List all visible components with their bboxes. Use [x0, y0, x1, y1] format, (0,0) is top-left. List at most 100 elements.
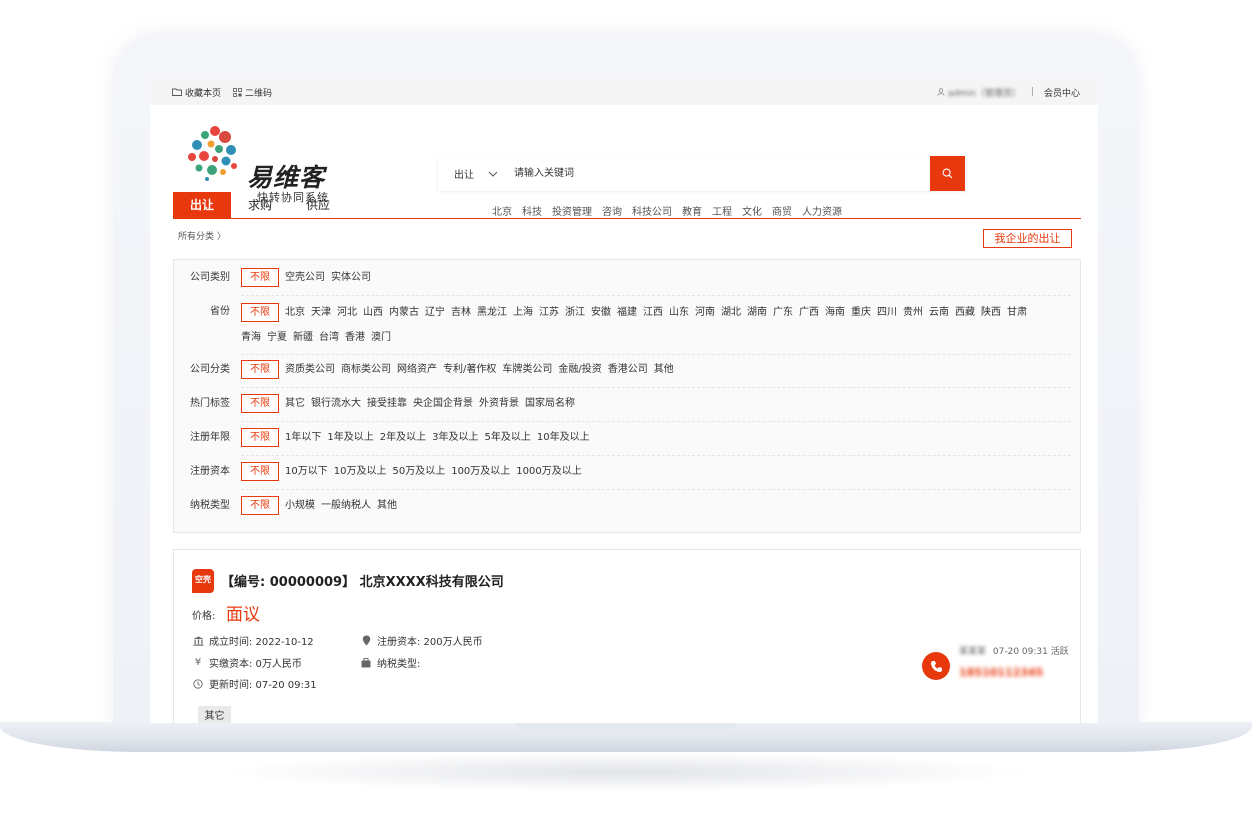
- filter-option[interactable]: 浙江: [565, 307, 585, 318]
- filter-option[interactable]: 50万及以上: [392, 466, 445, 477]
- filter-option[interactable]: 海南: [825, 307, 845, 318]
- filter-option[interactable]: 西藏: [955, 307, 975, 318]
- filter-option[interactable]: 安徽: [591, 307, 611, 318]
- filter-option[interactable]: 10万及以上: [334, 466, 387, 477]
- filter-option[interactable]: 央企国企背景: [413, 398, 473, 409]
- filter-option[interactable]: 空壳公司: [285, 272, 325, 283]
- laptop-shadow: [220, 752, 1032, 792]
- filter-option[interactable]: 100万及以上: [451, 466, 510, 477]
- filter-option[interactable]: 山东: [669, 307, 689, 318]
- filter-option[interactable]: 其它: [285, 398, 305, 409]
- filter-option[interactable]: 广西: [799, 307, 819, 318]
- filter-option[interactable]: 广东: [773, 307, 793, 318]
- search-type-select[interactable]: 出让: [438, 166, 514, 181]
- filter-option[interactable]: 江西: [643, 307, 663, 318]
- filter-option[interactable]: 天津: [311, 307, 331, 318]
- filter-option[interactable]: 江苏: [539, 307, 559, 318]
- bookmark-link[interactable]: 收藏本页: [172, 86, 221, 99]
- filter-option[interactable]: 1年以下: [285, 432, 321, 443]
- filter-divider: [241, 489, 1071, 490]
- listing-tag[interactable]: 其它: [198, 706, 231, 723]
- filter-divider: [241, 295, 1071, 296]
- filter-option[interactable]: 香港: [345, 332, 365, 343]
- filter-option[interactable]: 四川: [877, 307, 897, 318]
- filter-option[interactable]: 1000万及以上: [516, 466, 581, 477]
- filter-option[interactable]: 新疆: [293, 332, 313, 343]
- qrcode-label: 二维码: [245, 88, 273, 99]
- established-text: 成立时间: 2022-10-12: [209, 637, 314, 648]
- filter-option[interactable]: 接受挂靠: [367, 398, 407, 409]
- filter-option[interactable]: 上海: [513, 307, 533, 318]
- filter-option[interactable]: 实体公司: [331, 272, 371, 283]
- phone-icon[interactable]: [922, 652, 950, 680]
- filter-option[interactable]: 青海: [241, 332, 261, 343]
- filter-option[interactable]: 黑龙江: [477, 307, 507, 318]
- filter-option[interactable]: 福建: [617, 307, 637, 318]
- filter-option[interactable]: 香港公司: [608, 364, 648, 375]
- search-icon: [942, 168, 953, 179]
- filter-option[interactable]: 5年及以上: [485, 432, 531, 443]
- filter-option[interactable]: 小规模: [285, 500, 315, 511]
- nolimit-button[interactable]: 不限: [241, 303, 279, 322]
- filter-option[interactable]: 1年及以上: [327, 432, 373, 443]
- filter-option[interactable]: 商标类公司: [341, 364, 391, 375]
- breadcrumb[interactable]: 所有分类 〉: [178, 229, 226, 242]
- filter-option[interactable]: 一般纳税人: [321, 500, 371, 511]
- filter-option[interactable]: 10年及以上: [537, 432, 590, 443]
- filter-option[interactable]: 3年及以上: [432, 432, 478, 443]
- tab-supply[interactable]: 供应: [289, 192, 347, 218]
- filter-option[interactable]: 辽宁: [425, 307, 445, 318]
- nolimit-button[interactable]: 不限: [241, 394, 279, 413]
- filter-option[interactable]: 吉林: [451, 307, 471, 318]
- filter-option[interactable]: 北京: [285, 307, 305, 318]
- member-center-link[interactable]: 会员中心: [1044, 86, 1080, 99]
- filter-option[interactable]: 河南: [695, 307, 715, 318]
- filter-option[interactable]: 资质类公司: [285, 364, 335, 375]
- filter-option[interactable]: 外资背景: [479, 398, 519, 409]
- my-listings-button[interactable]: 我企业的出让: [983, 229, 1072, 248]
- filter-option[interactable]: 云南: [929, 307, 949, 318]
- filter-option[interactable]: 专利/著作权: [443, 364, 496, 375]
- nolimit-button[interactable]: 不限: [241, 496, 279, 515]
- nolimit-button[interactable]: 不限: [241, 462, 279, 481]
- filter-option[interactable]: 金融/投资: [558, 364, 601, 375]
- filter-option[interactable]: 2年及以上: [380, 432, 426, 443]
- search-input[interactable]: [514, 156, 930, 191]
- filter-option[interactable]: 澳门: [371, 332, 391, 343]
- tab-purchase[interactable]: 求购: [231, 192, 289, 218]
- filter-option[interactable]: 内蒙古: [389, 307, 419, 318]
- filter-options: 不限 1年以下 1年及以上 2年及以上 3年及以上 5年及以上 10年及以上: [241, 428, 1059, 448]
- filter-option[interactable]: 国家局名称: [525, 398, 575, 409]
- paid-capital-text: 实缴资本: 0万人民币: [209, 659, 302, 670]
- tab-transfer[interactable]: 出让: [173, 192, 231, 218]
- filter-option[interactable]: 网络资产: [397, 364, 437, 375]
- listing-type-badge: 空壳: [192, 569, 214, 593]
- filter-option[interactable]: 山西: [363, 307, 383, 318]
- folder-icon: [172, 88, 182, 96]
- filter-option[interactable]: 贵州: [903, 307, 923, 318]
- filter-option[interactable]: 10万以下: [285, 466, 328, 477]
- filter-option[interactable]: 湖北: [721, 307, 741, 318]
- filter-option[interactable]: 重庆: [851, 307, 871, 318]
- qrcode-link[interactable]: 二维码: [233, 86, 272, 99]
- user-info[interactable]: admin（管理员）: [937, 86, 1021, 99]
- nolimit-button[interactable]: 不限: [241, 360, 279, 379]
- listing-card[interactable]: 空壳 【编号: 00000009】 北京XXXX科技有限公司 价格: 面议 成立…: [173, 549, 1081, 723]
- filter-option[interactable]: 湖南: [747, 307, 767, 318]
- nolimit-button[interactable]: 不限: [241, 268, 279, 287]
- nolimit-button[interactable]: 不限: [241, 428, 279, 447]
- search-button[interactable]: [930, 156, 965, 191]
- filter-option[interactable]: 其他: [377, 500, 397, 511]
- filter-row-registered-capital: 注册资本 不限 10万以下 10万及以上 50万及以上 100万及以上 1000万及以上: [174, 462, 1080, 482]
- filter-option[interactable]: 银行流水大: [311, 398, 361, 409]
- filter-option[interactable]: 其他: [654, 364, 674, 375]
- filter-option[interactable]: 甘肃: [1007, 307, 1027, 318]
- listing-title[interactable]: 【编号: 00000009】 北京XXXX科技有限公司: [221, 571, 504, 590]
- filter-option[interactable]: 车牌类公司: [502, 364, 552, 375]
- filter-option[interactable]: 宁夏: [267, 332, 287, 343]
- user-icon: [937, 88, 945, 96]
- contact-phone[interactable]: 18510112345: [959, 666, 1043, 679]
- filter-option[interactable]: 河北: [337, 307, 357, 318]
- filter-option[interactable]: 台湾: [319, 332, 339, 343]
- filter-option[interactable]: 陕西: [981, 307, 1001, 318]
